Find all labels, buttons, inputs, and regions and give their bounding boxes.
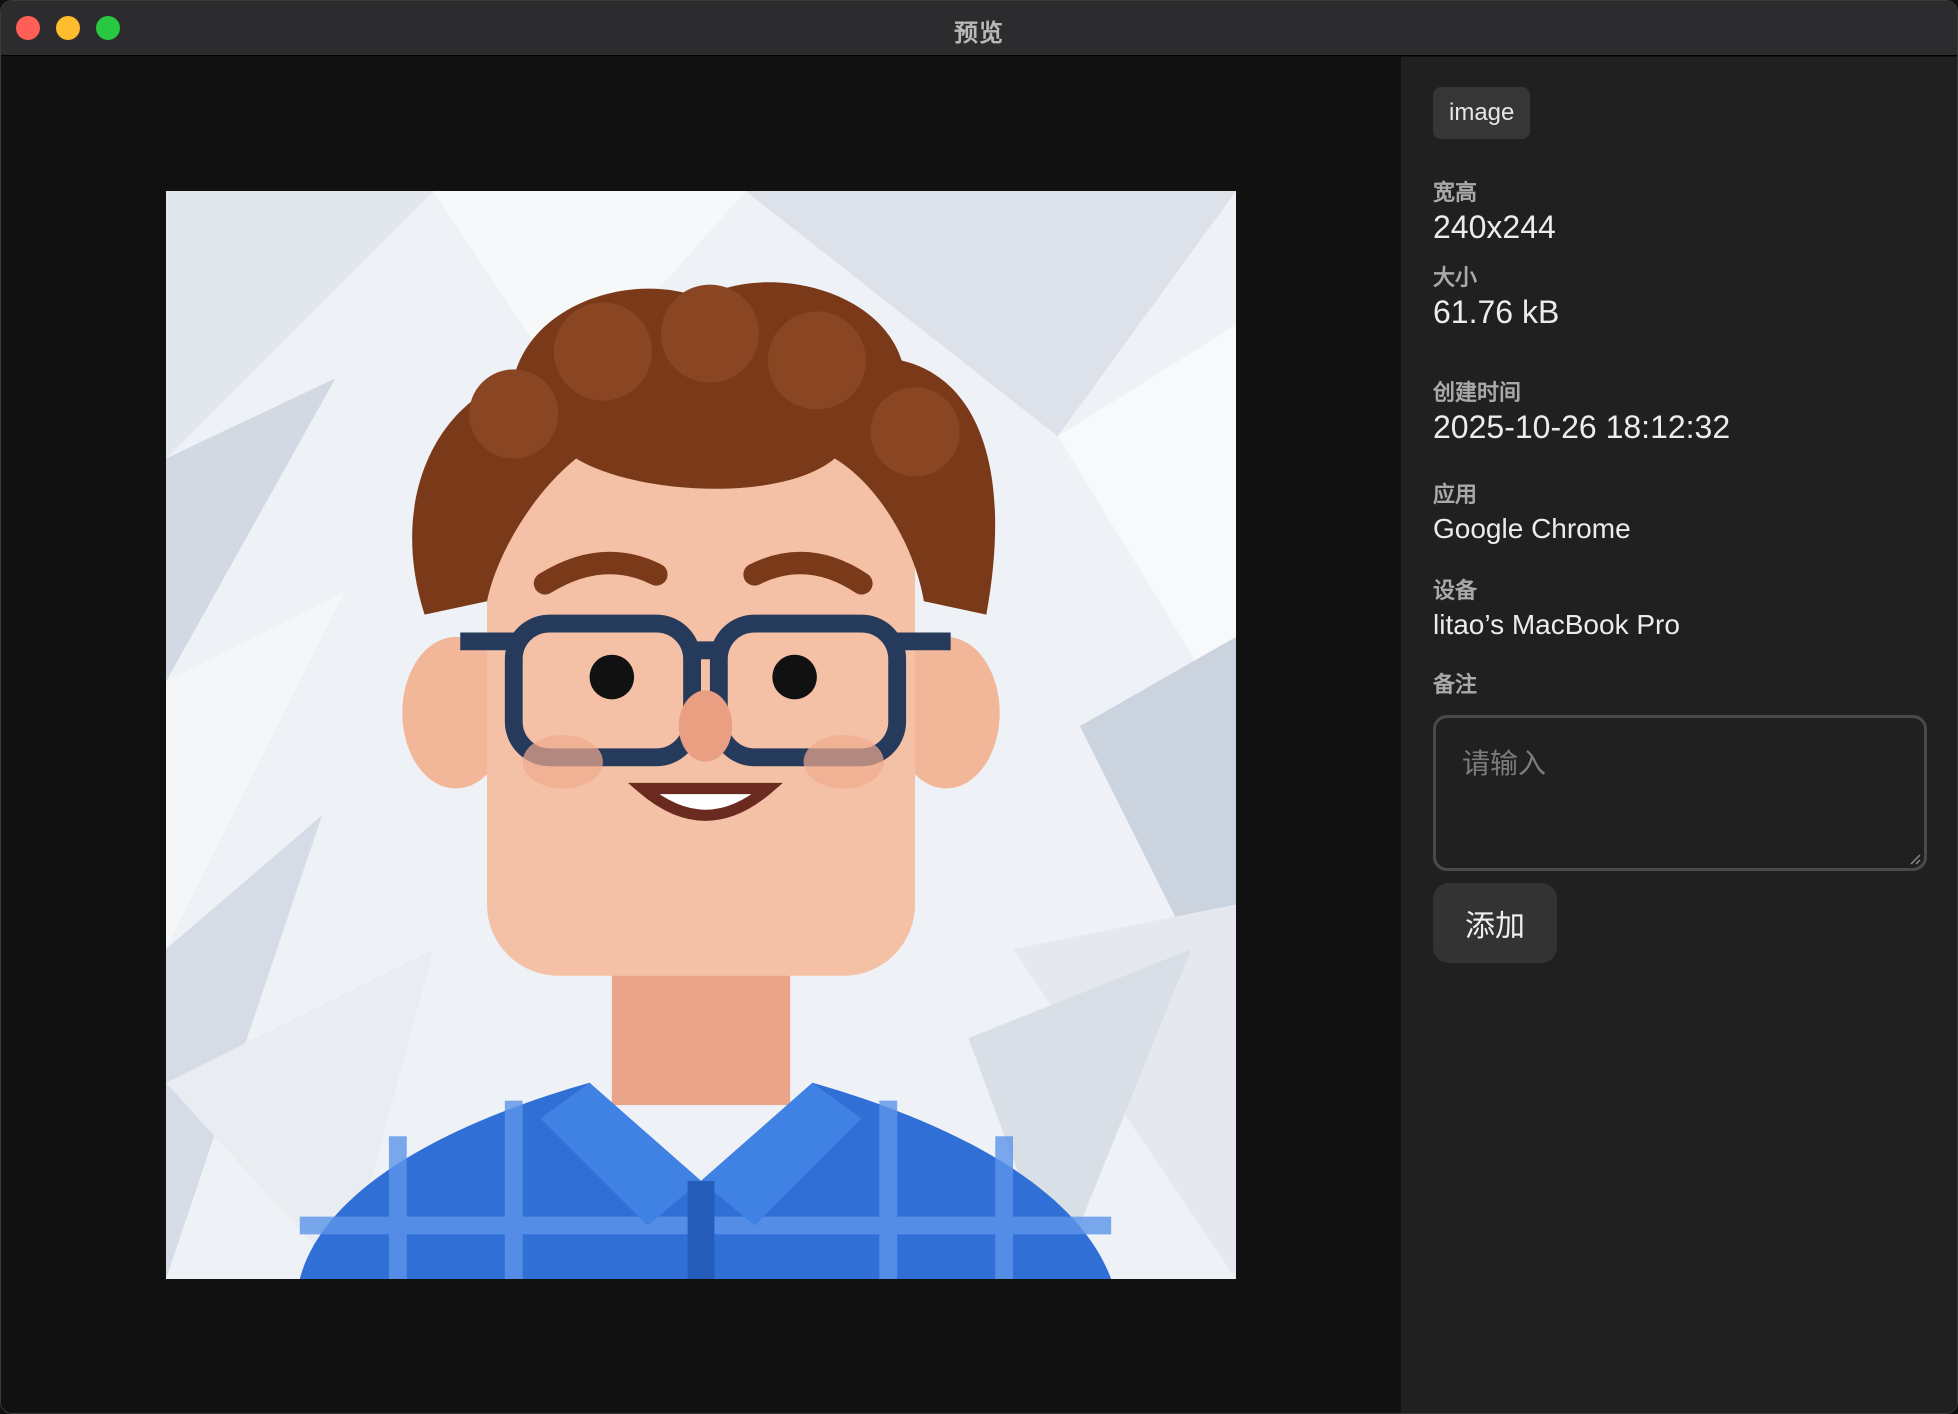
info-panel: image 宽高 240x244 大小 61.76 kB 创建时间 2025-1… — [1401, 57, 1957, 1413]
window-title: 预览 — [954, 20, 1004, 47]
app-value: Google Chrome — [1433, 513, 1631, 544]
notes-input[interactable] — [1433, 715, 1927, 871]
dimensions-value: 240x244 — [1433, 209, 1556, 245]
dimensions-label: 宽高 — [1433, 180, 1478, 205]
created-time-label: 创建时间 — [1433, 380, 1522, 405]
size-value: 61.76 kB — [1433, 294, 1560, 330]
type-tag: image — [1433, 87, 1531, 139]
add-note-button[interactable]: 添加 — [1433, 883, 1557, 963]
preview-window: 预览 image 宽高 240x244 大小 61.76 kB 创建时间 202… — [0, 0, 1958, 1414]
device-label: 设备 — [1433, 578, 1478, 603]
app-label: 应用 — [1433, 482, 1478, 507]
image-preview-area — [1, 57, 1401, 1413]
size-label: 大小 — [1433, 265, 1478, 290]
created-time-value: 2025-10-26 18:12:32 — [1433, 409, 1731, 445]
preview-image — [166, 191, 1236, 1279]
notes-label: 备注 — [1433, 672, 1478, 697]
avatar-illustration — [166, 191, 1236, 1279]
title-bar: 预览 — [1, 1, 1957, 56]
device-value: litao’s MacBook Pro — [1433, 609, 1680, 640]
resize-grip-icon[interactable] — [1909, 853, 1921, 865]
